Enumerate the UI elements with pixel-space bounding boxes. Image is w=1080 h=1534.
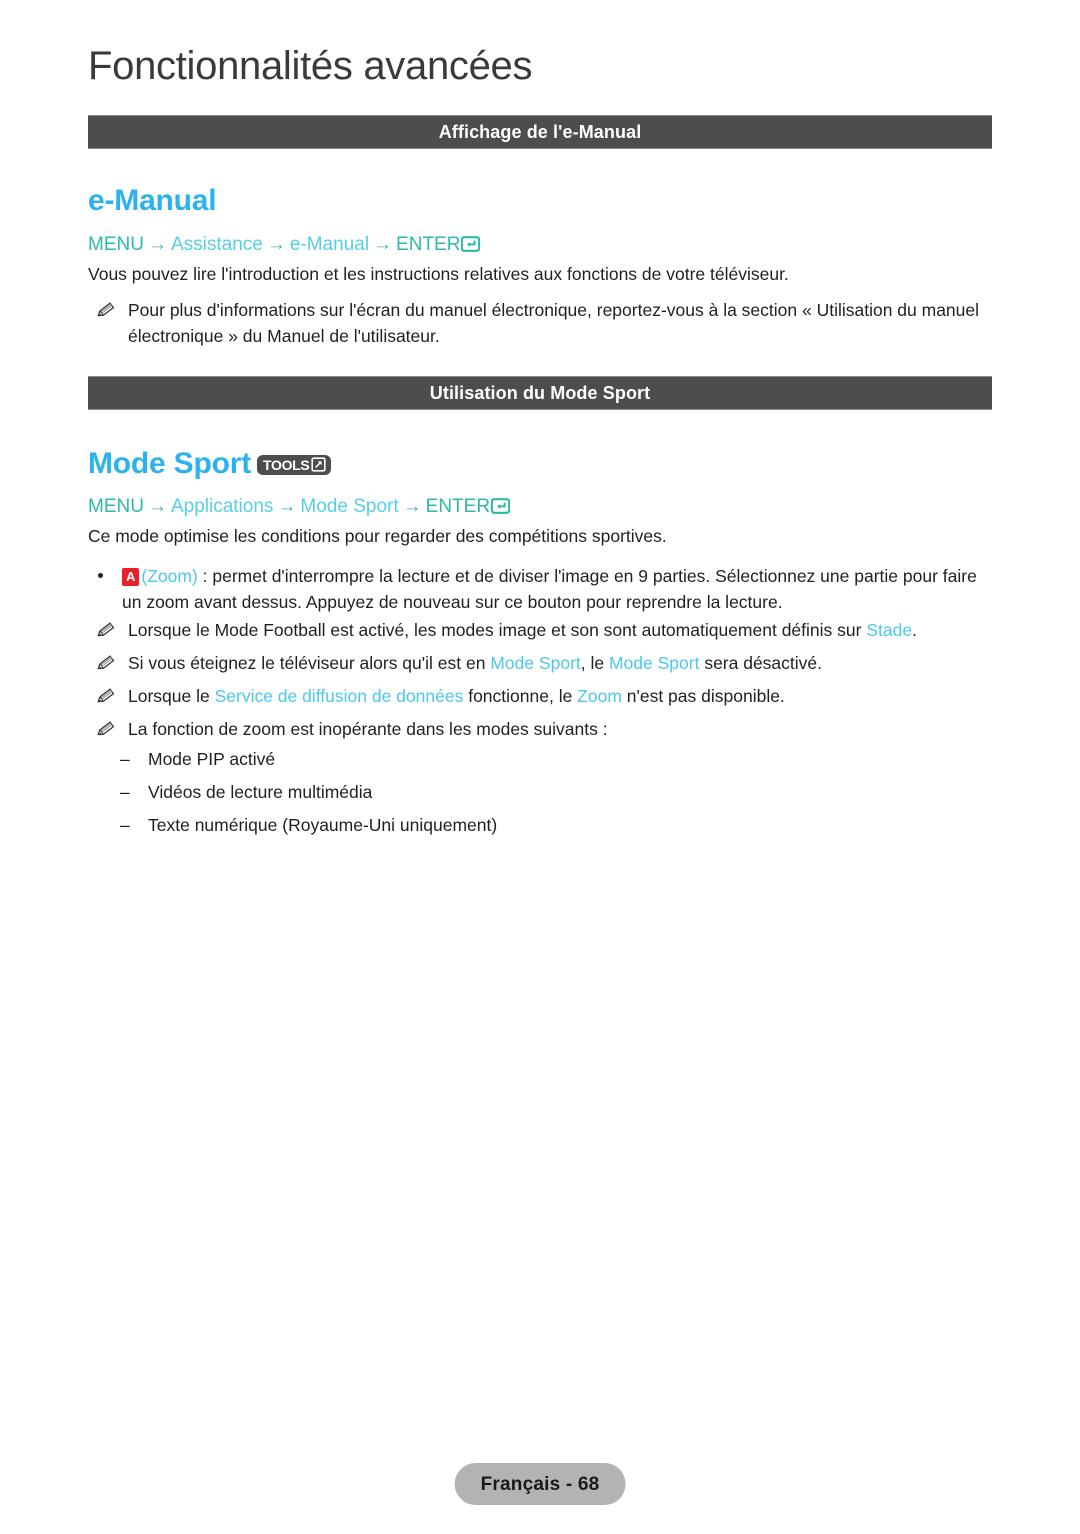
section-band-emanual: Affichage de l'e-Manual: [88, 115, 992, 149]
inline-text: n'est pas disponible.: [621, 686, 785, 706]
menu-path-enter-label: ENTER: [396, 234, 461, 255]
inline-term: Mode Sport: [490, 653, 581, 673]
note-text: Lorsque le Service de diffusion de donné…: [128, 686, 785, 706]
note-modesport-2: Si vous éteignez le téléviseur alors qu'…: [96, 651, 996, 677]
list-item: – Mode PIP activé: [120, 749, 276, 769]
inline-text: sera désactivé.: [699, 653, 823, 673]
feature-heading-label: Mode Sport: [88, 447, 251, 480]
note-text: Lorsque le Mode Football est activé, les…: [128, 620, 917, 640]
menu-path-key: MENU: [88, 234, 144, 255]
arrow-right-icon: →: [147, 234, 167, 255]
page-number-label: Français - 68: [480, 1473, 600, 1495]
paragraph-emanual-intro: Vous pouvez lire l'introduction et les i…: [88, 264, 789, 284]
menu-path-modesport: MENU → Applications → Mode Sport → ENTER: [88, 496, 511, 517]
dash-marker: –: [120, 749, 130, 769]
section-band-label: Utilisation du Mode Sport: [429, 383, 651, 403]
enter-arrow-icon: [490, 498, 511, 514]
pencil-note-icon: [96, 301, 118, 319]
list-item: – Texte numérique (Royaume-Uni uniquement…: [120, 815, 498, 835]
page-footer: Français - 68: [454, 1463, 626, 1505]
menu-path-item-emanual[interactable]: e-Manual: [290, 234, 369, 255]
page-title: Fonctionnalités avancées: [88, 44, 533, 88]
inline-text: La fonction de zoom est inopérante dans …: [128, 719, 608, 739]
inline-text: fonctionne, le: [463, 686, 578, 706]
menu-path-item-assistance[interactable]: Assistance: [171, 234, 263, 255]
list-item-label: Texte numérique (Royaume-Uni uniquement): [148, 815, 498, 835]
inline-text: .: [912, 620, 917, 640]
menu-path-emanual: MENU → Assistance → e-Manual → ENTER: [88, 234, 481, 255]
inline-text: Lorsque le Mode Football est activé, les…: [128, 620, 867, 640]
feature-heading-modesport: Mode Sport TOOLS: [88, 447, 332, 480]
list-item-label: Vidéos de lecture multimédia: [148, 782, 373, 802]
feature-heading-label: e-Manual: [88, 184, 217, 217]
note-text: Pour plus d'informations sur l'écran du …: [128, 300, 980, 346]
pencil-note-icon: [96, 720, 118, 738]
inline-term: Service de diffusion de données: [214, 686, 464, 706]
dash-marker: –: [120, 782, 130, 802]
bullet-dot-icon: [98, 573, 103, 578]
note-emanual: Pour plus d'informations sur l'écran du …: [96, 298, 996, 350]
remote-key-badge-a: A: [122, 568, 140, 586]
tools-badge[interactable]: TOOLS: [257, 455, 332, 475]
bullet-item-zoom: A (Zoom) : permet d'interrompre la lectur…: [92, 564, 992, 616]
inline-text: Lorsque le: [128, 686, 215, 706]
bullet-text: : permet d'interrompre la lecture et de …: [122, 566, 977, 612]
arrow-right-icon: →: [402, 496, 422, 517]
list-item-label: Mode PIP activé: [148, 749, 276, 769]
menu-path-item-applications[interactable]: Applications: [171, 496, 273, 517]
arrow-right-icon: →: [277, 496, 297, 517]
menu-path-enter-label: ENTER: [425, 496, 491, 517]
menu-path-key: MENU: [88, 496, 144, 517]
inline-term: Stade: [866, 620, 913, 640]
tools-arrow-icon: [311, 457, 327, 472]
dash-marker: –: [120, 815, 130, 835]
list-item: – Vidéos de lecture multimédia: [120, 782, 373, 802]
note-modesport-4: La fonction de zoom est inopérante dans …: [96, 717, 996, 743]
arrow-right-icon: →: [147, 496, 167, 517]
inline-term: Mode Sport: [608, 653, 700, 673]
enter-arrow-icon: [461, 236, 481, 252]
note-text: Si vous éteignez le téléviseur alors qu'…: [128, 653, 822, 673]
paragraph-modesport-intro: Ce mode optimise les conditions pour reg…: [88, 526, 667, 546]
section-band-label: Affichage de l'e-Manual: [438, 122, 642, 142]
inline-text: , le: [580, 653, 609, 673]
pencil-note-icon: [96, 654, 118, 672]
note-modesport-3: Lorsque le Service de diffusion de donné…: [96, 684, 996, 710]
tools-badge-label: TOOLS: [263, 456, 310, 473]
pencil-note-icon: [96, 621, 118, 639]
arrow-right-icon: →: [373, 234, 393, 255]
note-modesport-1: Lorsque le Mode Football est activé, les…: [96, 618, 996, 644]
feature-heading-emanual: e-Manual: [88, 184, 217, 217]
menu-path-item-modesport[interactable]: Mode Sport: [300, 496, 398, 517]
pencil-note-icon: [96, 687, 118, 705]
arrow-right-icon: →: [266, 234, 286, 255]
bullet-term-zoom: (Zoom): [141, 566, 198, 586]
manual-page: Fonctionnalités avancées Affichage de l'…: [0, 0, 1080, 1534]
inline-term: Zoom: [577, 686, 622, 706]
note-text: La fonction de zoom est inopérante dans …: [128, 719, 608, 739]
section-band-modesport: Utilisation du Mode Sport: [88, 376, 992, 410]
inline-text: Si vous éteignez le téléviseur alors qu'…: [128, 653, 491, 673]
